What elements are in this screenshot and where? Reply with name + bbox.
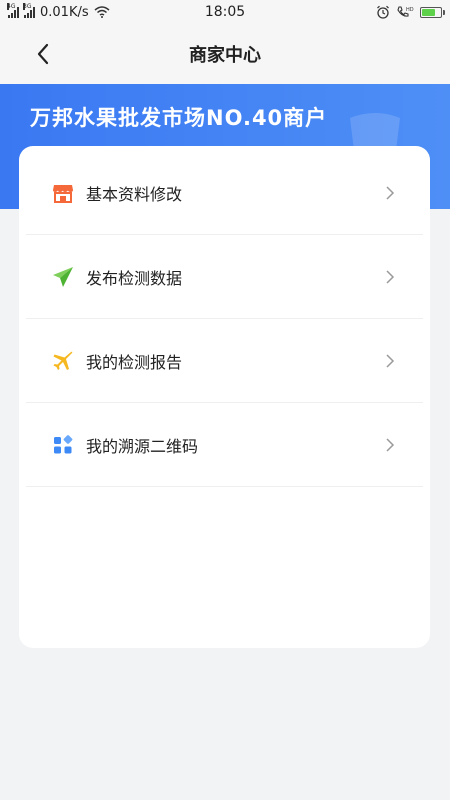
chevron-right-icon	[385, 437, 397, 453]
alarm-icon	[377, 5, 389, 19]
menu-item-trace-qrcode[interactable]: 我的溯源二维码	[26, 403, 423, 487]
page-title: 商家中心	[189, 45, 261, 66]
menu-item-label: 发布检测数据	[86, 268, 183, 288]
menu-item-publish-data[interactable]: 发布检测数据	[26, 235, 423, 319]
hd-call-icon: HD	[397, 6, 414, 17]
network-speed: 0.01K/s	[40, 4, 89, 20]
merchant-name: 万邦水果批发市场NO.40商户	[30, 106, 328, 130]
wifi-icon	[94, 6, 110, 18]
menu-item-label: 我的溯源二维码	[86, 436, 199, 456]
battery-level	[422, 8, 435, 16]
chevron-right-icon	[385, 185, 397, 201]
status-bar: 4G 3G 0.01K/s 18:05 HD	[0, 0, 450, 24]
paper-plane-icon	[52, 266, 74, 288]
signal-icon-1: 4G	[7, 3, 19, 18]
status-bar-right: HD	[376, 5, 445, 19]
svg-text:HD: HD	[406, 7, 414, 13]
shop-icon	[52, 182, 74, 204]
menu-item-test-report[interactable]: 我的检测报告	[26, 319, 423, 403]
network-type-1: 4G	[7, 3, 16, 10]
chevron-right-icon	[385, 269, 397, 285]
network-type-2: 3G	[23, 3, 32, 10]
menu-item-label: 基本资料修改	[86, 184, 183, 204]
back-button[interactable]	[28, 38, 58, 70]
airplane-icon	[52, 350, 74, 372]
signal-icon-2: 3G	[23, 3, 35, 18]
menu-item-label: 我的检测报告	[86, 352, 183, 372]
menu-card: 基本资料修改 发布检测数据 我的检测报告 我的溯源二维码	[19, 146, 430, 648]
status-bar-left: 4G 3G 0.01K/s	[7, 3, 376, 20]
menu-item-basic-info[interactable]: 基本资料修改	[26, 151, 423, 235]
grid-icon	[52, 434, 74, 456]
battery-icon	[420, 6, 445, 18]
chevron-right-icon	[385, 353, 397, 369]
navigation-bar: 商家中心	[0, 24, 450, 84]
chevron-left-icon	[37, 43, 49, 65]
